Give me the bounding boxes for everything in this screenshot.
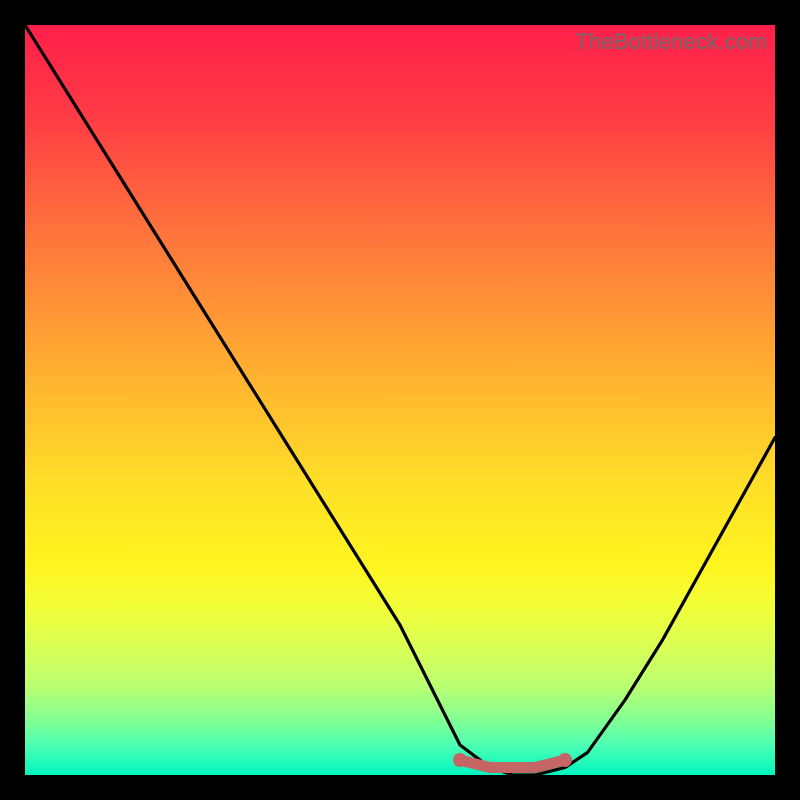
sweet-spot-band-path: [460, 760, 565, 768]
curve-layer: [25, 25, 775, 775]
sweet-spot-dot-right: [558, 753, 572, 767]
chart-frame: TheBottleneck.com: [0, 0, 800, 800]
bottleneck-curve-path: [25, 25, 775, 775]
sweet-spot-dot-left: [453, 753, 467, 767]
plot-area: TheBottleneck.com: [25, 25, 775, 775]
